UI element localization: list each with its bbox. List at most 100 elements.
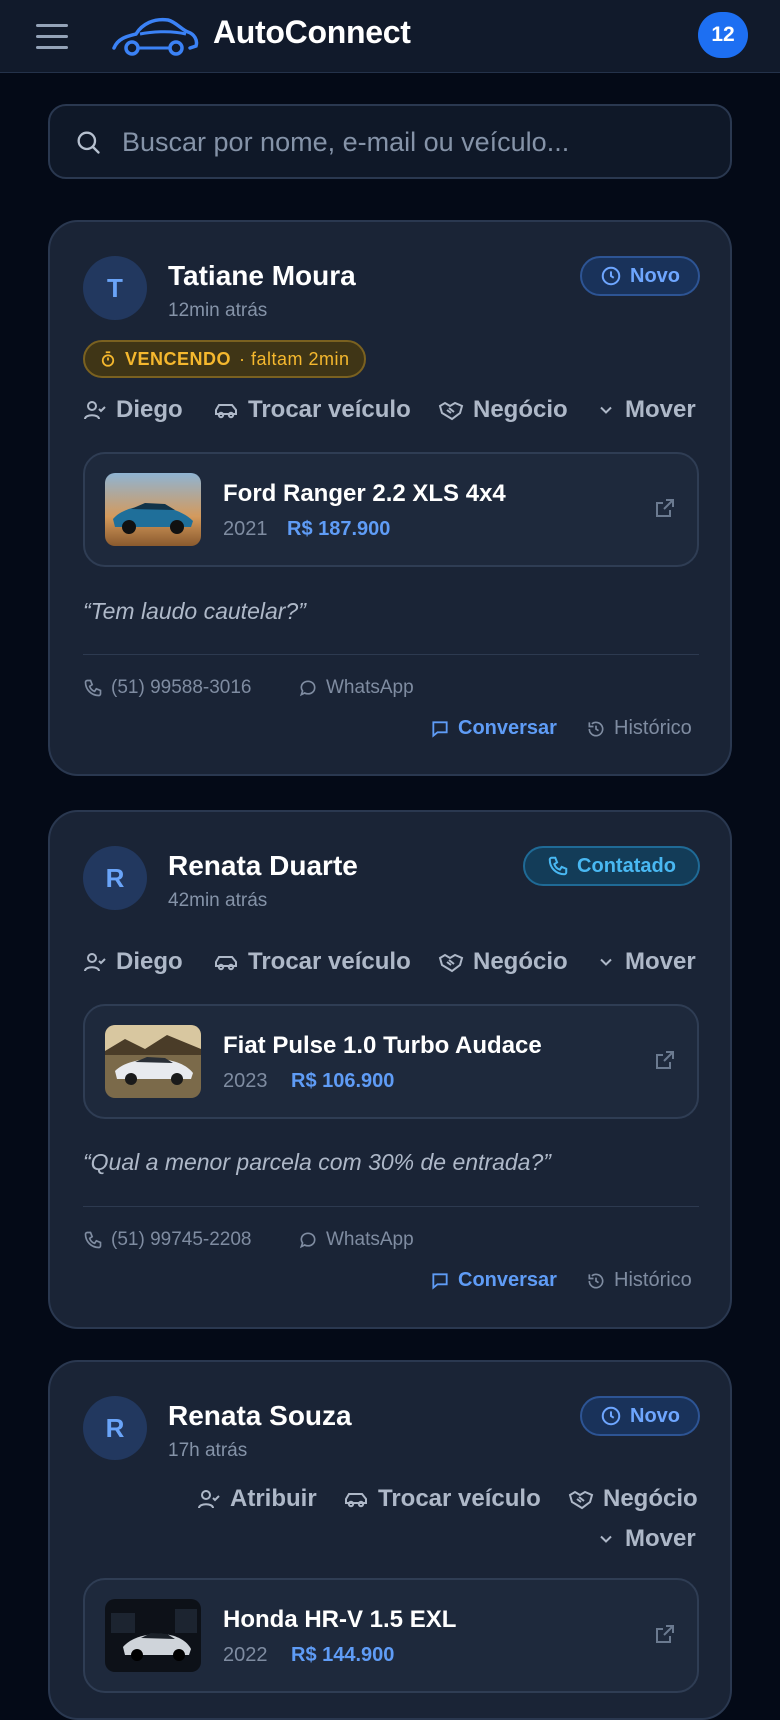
chat-button[interactable]: Conversar <box>430 1269 557 1292</box>
lead-message: “Qual a menor parcela com 30% de entrada… <box>83 1149 551 1175</box>
history-icon <box>588 721 604 737</box>
car-icon <box>215 956 237 971</box>
vehicle-year: 2022 <box>223 1644 268 1666</box>
lead-time: 12min atrás <box>168 300 268 321</box>
deal-button[interactable]: Negócio <box>568 1485 698 1513</box>
assign-label: Diego <box>116 396 183 423</box>
user-check-icon <box>84 953 106 972</box>
move-button[interactable]: Mover <box>596 948 696 976</box>
swap-vehicle-label: Trocar veículo <box>378 1485 541 1512</box>
swap-vehicle-button[interactable]: Trocar veículo <box>213 948 411 976</box>
vehicle-name: Fiat Pulse 1.0 Turbo Audace <box>223 1032 542 1059</box>
assign-label: Atribuir <box>230 1485 317 1512</box>
move-label: Mover <box>625 396 696 423</box>
deal-button[interactable]: Negócio <box>438 396 568 424</box>
vehicle-thumbnail <box>105 1599 201 1672</box>
lead-time: 42min atrás <box>168 890 268 911</box>
external-link-icon[interactable] <box>653 1622 677 1646</box>
vehicle-thumbnail <box>105 473 201 546</box>
lead-name: Tatiane Moura <box>168 260 356 291</box>
clock-icon <box>601 266 621 286</box>
chat-label: Conversar <box>458 717 557 739</box>
search-icon <box>77 131 100 154</box>
lead-card: T Tatiane Moura 12min atrás Novo VENCEND… <box>48 220 732 776</box>
timer-icon <box>101 351 115 367</box>
deal-label: Negócio <box>473 948 568 975</box>
avatar: R <box>83 846 147 910</box>
assign-button[interactable]: Diego <box>83 948 183 976</box>
vehicle-price: R$ 106.900 <box>291 1070 395 1092</box>
car-icon <box>345 1493 367 1508</box>
vehicle-card[interactable]: Ford Ranger 2.2 XLS 4x4 2021 R$ 187.900 <box>83 452 699 567</box>
deadline-detail: · faltam 2min <box>239 348 350 369</box>
move-button[interactable]: Mover <box>596 1525 696 1553</box>
swap-vehicle-button[interactable]: Trocar veículo <box>343 1485 541 1513</box>
swap-vehicle-label: Trocar veículo <box>248 948 411 975</box>
lead-message: “Tem laudo cautelar?” <box>83 598 306 624</box>
status-label: Novo <box>630 264 680 287</box>
top-bar: AutoConnect 12 <box>0 0 780 73</box>
phone-icon <box>548 856 568 876</box>
handshake-icon <box>438 953 464 973</box>
phone-contact[interactable]: (51) 99745-2208 <box>83 1229 252 1251</box>
swap-vehicle-label: Trocar veículo <box>248 396 411 423</box>
vehicle-price: R$ 187.900 <box>287 518 391 540</box>
swap-vehicle-button[interactable]: Trocar veículo <box>213 396 411 424</box>
move-button[interactable]: Mover <box>596 396 696 424</box>
handshake-icon <box>438 401 464 421</box>
clock-icon <box>601 1406 621 1426</box>
search-bar <box>48 104 732 179</box>
assign-button[interactable]: Atribuir <box>197 1485 317 1513</box>
vehicle-year: 2023 <box>223 1070 268 1092</box>
history-label: Histórico <box>614 1269 692 1291</box>
history-button[interactable]: Histórico <box>586 717 692 740</box>
divider <box>83 654 699 655</box>
lead-name: Renata Duarte <box>168 850 358 881</box>
chevron-down-icon <box>600 406 612 414</box>
user-check-icon <box>84 401 106 420</box>
deadline-label: VENCENDO <box>125 348 232 369</box>
status-badge[interactable]: Novo <box>580 1396 700 1436</box>
assign-button[interactable]: Diego <box>83 396 183 424</box>
phone-number: (51) 99745-2208 <box>111 1229 252 1250</box>
phone-icon <box>84 679 102 697</box>
car-icon <box>215 404 237 419</box>
vehicle-name: Ford Ranger 2.2 XLS 4x4 <box>223 480 506 507</box>
move-label: Mover <box>625 1525 696 1552</box>
status-label: Novo <box>630 1404 680 1427</box>
channel-tag: WhatsApp <box>298 677 414 699</box>
vehicle-price: R$ 144.900 <box>291 1644 395 1666</box>
chat-bubble-icon <box>299 1232 316 1249</box>
status-badge[interactable]: Contatado <box>523 846 700 886</box>
status-badge[interactable]: Novo <box>580 256 700 296</box>
assign-label: Diego <box>116 948 183 975</box>
status-label: Contatado <box>577 854 676 877</box>
deal-label: Negócio <box>603 1485 698 1512</box>
chevron-down-icon <box>600 1535 612 1543</box>
external-link-icon[interactable] <box>653 1048 677 1072</box>
search-input[interactable] <box>122 120 712 164</box>
channel-label: WhatsApp <box>326 1229 414 1250</box>
user-check-icon <box>198 1490 220 1509</box>
deal-button[interactable]: Negócio <box>438 948 568 976</box>
vehicle-card[interactable]: Honda HR-V 1.5 EXL 2022 R$ 144.900 <box>83 1578 699 1693</box>
phone-contact[interactable]: (51) 99588-3016 <box>83 677 252 699</box>
chat-bubble-icon <box>299 680 316 697</box>
divider <box>83 1206 699 1207</box>
phone-number: (51) 99588-3016 <box>111 677 252 698</box>
lead-card: R Renata Souza 17h atrás Novo Atribuir T… <box>48 1360 732 1720</box>
chat-button[interactable]: Conversar <box>430 717 557 740</box>
channel-tag: WhatsApp <box>298 1229 414 1251</box>
notification-badge[interactable]: 12 <box>698 12 748 58</box>
vehicle-thumbnail <box>105 1025 201 1098</box>
avatar: T <box>83 256 147 320</box>
message-icon <box>432 1272 448 1290</box>
external-link-icon[interactable] <box>653 496 677 520</box>
lead-card: R Renata Duarte 42min atrás Contatado Di… <box>48 810 732 1329</box>
handshake-icon <box>568 1490 594 1510</box>
history-label: Histórico <box>614 717 692 739</box>
menu-icon[interactable] <box>36 24 68 50</box>
lead-name: Renata Souza <box>168 1400 352 1431</box>
history-button[interactable]: Histórico <box>586 1269 692 1292</box>
vehicle-card[interactable]: Fiat Pulse 1.0 Turbo Audace 2023 R$ 106.… <box>83 1004 699 1119</box>
